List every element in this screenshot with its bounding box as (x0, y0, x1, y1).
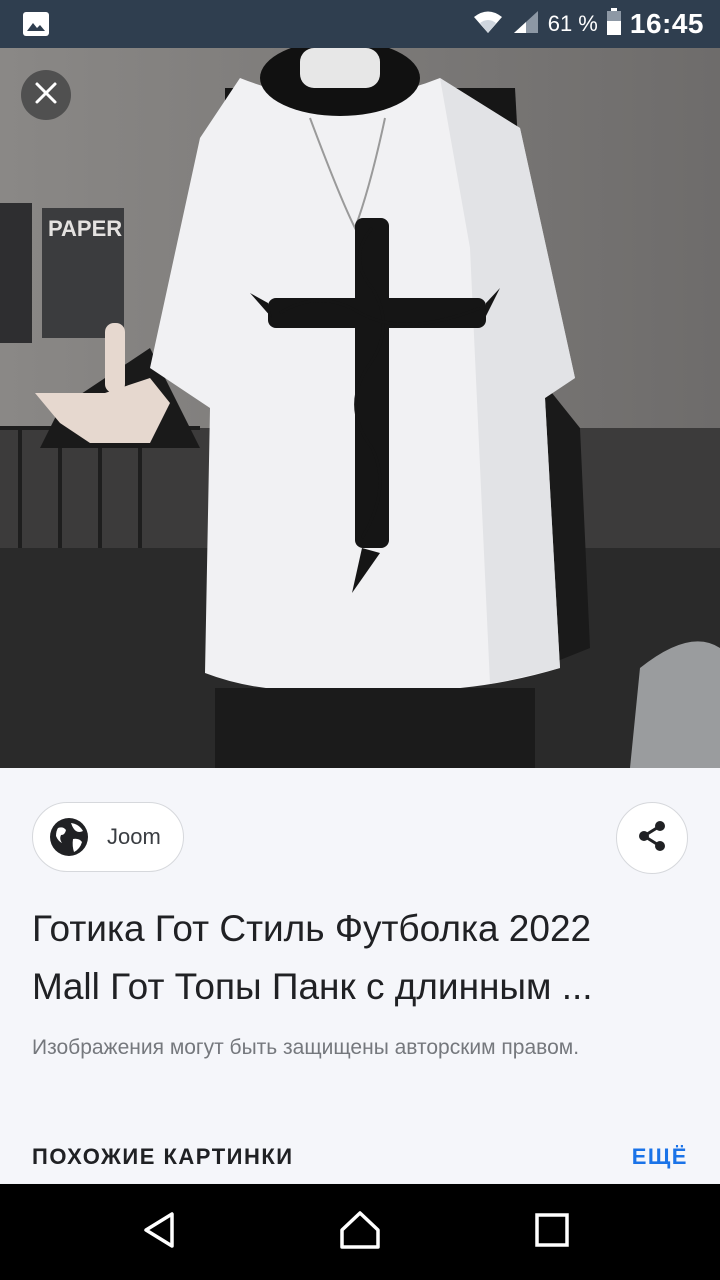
status-bar: 61 % 16:45 (0, 0, 720, 48)
recents-square-icon (534, 1212, 570, 1253)
navigation-bar (0, 1184, 720, 1280)
title-line-2: Mall Гот Топы Панк с длинным ... (32, 966, 593, 1007)
battery-percent: 61 % (547, 11, 598, 36)
back-triangle-icon (140, 1210, 180, 1255)
close-button[interactable] (21, 70, 71, 120)
signal-icon (512, 9, 540, 40)
more-link[interactable]: ЕЩЁ (632, 1144, 688, 1170)
image-notification-icon (22, 11, 50, 42)
globe-icon (49, 817, 89, 857)
title-line-1: Готика Гот Стиль Футболка 2022 (32, 908, 592, 949)
recents-button[interactable] (524, 1204, 580, 1260)
source-chip[interactable]: Joom (32, 802, 184, 872)
back-button[interactable] (132, 1204, 188, 1260)
home-button[interactable] (332, 1204, 388, 1260)
similar-images-heading: ПОХОЖИЕ КАРТИНКИ (32, 1144, 294, 1169)
source-name: Joom (107, 824, 161, 849)
product-photo: PAPER (0, 48, 720, 768)
share-icon (635, 819, 669, 858)
copyright-note: Изображения могут быть защищены авторски… (32, 1036, 580, 1059)
image-viewer[interactable]: PAPER (0, 48, 720, 768)
share-button[interactable] (616, 802, 688, 874)
clock: 16:45 (629, 8, 704, 39)
close-icon (33, 80, 59, 111)
battery-icon (606, 7, 622, 41)
image-title[interactable]: Готика Гот Стиль Футболка 2022 Mall Гот … (32, 900, 692, 1016)
home-icon (338, 1210, 382, 1255)
poster-text: PAPER (48, 216, 122, 241)
wifi-icon (472, 9, 504, 40)
